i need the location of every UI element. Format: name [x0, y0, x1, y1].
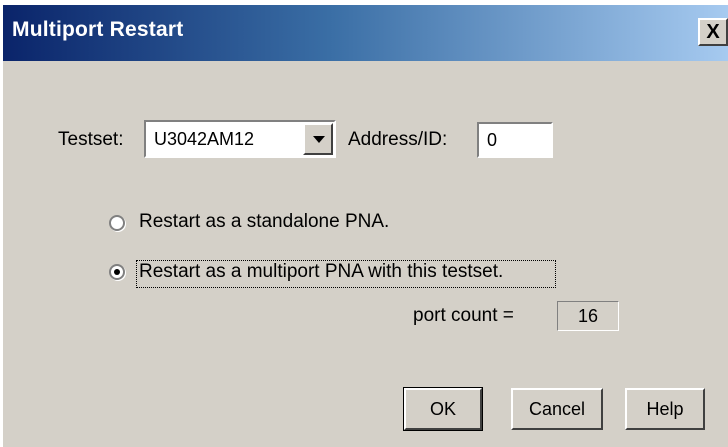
port-count-label: port count =	[413, 305, 514, 326]
port-count-value: 16	[557, 301, 619, 331]
address-id-field[interactable]: 0	[477, 122, 553, 158]
testset-label: Testset:	[58, 129, 124, 150]
chevron-down-icon	[313, 136, 325, 143]
radio-standalone-label[interactable]: Restart as a standalone PNA.	[139, 211, 389, 233]
address-id-label: Address/ID:	[348, 129, 448, 150]
dialog-title: Multiport Restart	[12, 18, 184, 41]
radio-standalone[interactable]	[109, 215, 125, 231]
dropdown-button[interactable]	[303, 123, 333, 155]
testset-selected-value: U3042AM12	[154, 129, 255, 149]
close-icon: X	[706, 20, 720, 43]
testset-dropdown[interactable]: U3042AM12	[144, 120, 336, 158]
radio-multiport-label[interactable]: Restart as a multiport PNA with this tes…	[139, 261, 503, 283]
help-button[interactable]: Help	[625, 388, 705, 430]
cancel-button[interactable]: Cancel	[511, 388, 603, 430]
close-button[interactable]: X	[698, 18, 728, 46]
title-bar[interactable]: Multiport Restart X	[3, 5, 728, 61]
radio-multiport[interactable]	[109, 264, 125, 280]
ok-button[interactable]: OK	[403, 387, 483, 431]
multiport-restart-dialog: Multiport Restart X Testset: U3042AM12 A…	[2, 4, 728, 447]
